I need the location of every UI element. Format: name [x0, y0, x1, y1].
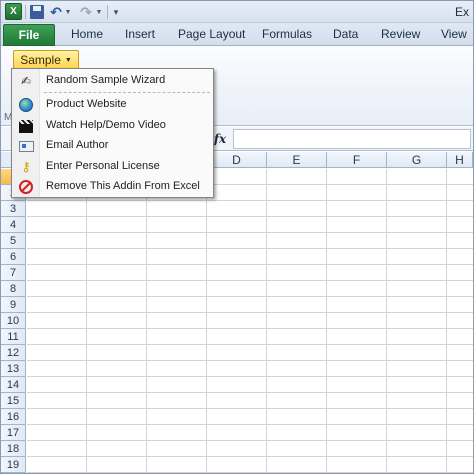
remove-icon [19, 180, 33, 194]
tab-data[interactable]: Data [333, 27, 358, 41]
row-header-7[interactable]: 7 [1, 265, 26, 281]
column-header-h[interactable]: H [447, 152, 473, 168]
tab-page-layout[interactable]: Page Layout [178, 27, 245, 41]
row-header-11[interactable]: 11 [1, 329, 26, 345]
menu-item-random-sample-wizard[interactable]: ✍ Random Sample Wizard [13, 71, 212, 91]
formula-input[interactable] [233, 129, 471, 149]
tab-file[interactable]: File [3, 24, 55, 46]
qat-separator [25, 5, 26, 19]
tab-home[interactable]: Home [71, 27, 103, 41]
menu-separator [44, 92, 210, 93]
row-header-4[interactable]: 4 [1, 217, 26, 233]
menu-item-remove-addin[interactable]: Remove This Addin From Excel [13, 177, 212, 197]
row-header-12[interactable]: 12 [1, 345, 26, 361]
chevron-down-icon: ▼ [64, 56, 72, 64]
clapperboard-icon [19, 120, 33, 133]
row-header-13[interactable]: 13 [1, 361, 26, 377]
tab-review[interactable]: Review [381, 27, 420, 41]
key-icon: ⚷ [21, 159, 31, 174]
row-header-6[interactable]: 6 [1, 249, 26, 265]
sample-dropdown-menu: ✍ Random Sample Wizard Product Website W… [11, 68, 214, 198]
menu-item-product-website[interactable]: Product Website [13, 95, 212, 115]
save-icon[interactable] [30, 5, 44, 19]
menu-item-label: Product Website [46, 98, 127, 110]
row-header-5[interactable]: 5 [1, 233, 26, 249]
row-header-19[interactable]: 19 [1, 457, 26, 473]
row-header-15[interactable]: 15 [1, 393, 26, 409]
wand-icon: ✍ [20, 74, 32, 88]
row-header-17[interactable]: 17 [1, 425, 26, 441]
undo-dropdown-icon[interactable]: ▼ [64, 3, 72, 21]
menu-item-label: Remove This Addin From Excel [46, 180, 200, 192]
tab-formulas[interactable]: Formulas [262, 27, 312, 41]
sample-menu-button[interactable]: Sample ▼ [13, 50, 79, 70]
menu-item-label: Email Author [46, 139, 109, 151]
email-icon [19, 141, 34, 152]
row-header-8[interactable]: 8 [1, 281, 26, 297]
row-header-14[interactable]: 14 [1, 377, 26, 393]
column-header-f[interactable]: F [327, 152, 387, 168]
cell-area[interactable] [27, 169, 473, 473]
menu-item-email-author[interactable]: Email Author [13, 136, 212, 156]
row-header-10[interactable]: 10 [1, 313, 26, 329]
undo-icon[interactable]: ↶ [49, 3, 63, 21]
menu-item-label: Watch Help/Demo Video [46, 119, 166, 131]
tab-insert[interactable]: Insert [125, 27, 155, 41]
menu-item-watch-video[interactable]: Watch Help/Demo Video [13, 116, 212, 136]
sample-button-label: Sample [20, 53, 61, 67]
redo-icon[interactable]: ↷ [79, 3, 93, 21]
menu-item-label: Random Sample Wizard [46, 74, 166, 86]
column-header-g[interactable]: G [387, 152, 447, 168]
excel-app-icon[interactable]: X [5, 3, 22, 20]
row-header-18[interactable]: 18 [1, 441, 26, 457]
worksheet-grid: DEFGH 12345678910111213141516171819 [1, 152, 473, 473]
menu-item-label: Enter Personal License [46, 160, 160, 172]
window-title: Ex [454, 5, 469, 19]
customize-qat-icon[interactable]: ▾ [111, 3, 121, 21]
menu-item-enter-license[interactable]: ⚷ Enter Personal License [13, 157, 212, 177]
qat-separator [107, 5, 108, 19]
title-bar: X ↶ ▼ ↷ ▼ ▾ Ex [1, 1, 473, 23]
globe-icon [19, 98, 33, 112]
tab-view[interactable]: View [441, 27, 467, 41]
redo-dropdown-icon[interactable]: ▼ [95, 3, 103, 21]
column-header-d[interactable]: D [207, 152, 267, 168]
column-header-e[interactable]: E [267, 152, 327, 168]
row-header-9[interactable]: 9 [1, 297, 26, 313]
ribbon-tab-bar: File Home Insert Page Layout Formulas Da… [1, 23, 473, 46]
row-header-16[interactable]: 16 [1, 409, 26, 425]
row-header-3[interactable]: 3 [1, 201, 26, 217]
excel-window: X ↶ ▼ ↷ ▼ ▾ Ex File Home Insert Page Lay… [0, 0, 474, 474]
